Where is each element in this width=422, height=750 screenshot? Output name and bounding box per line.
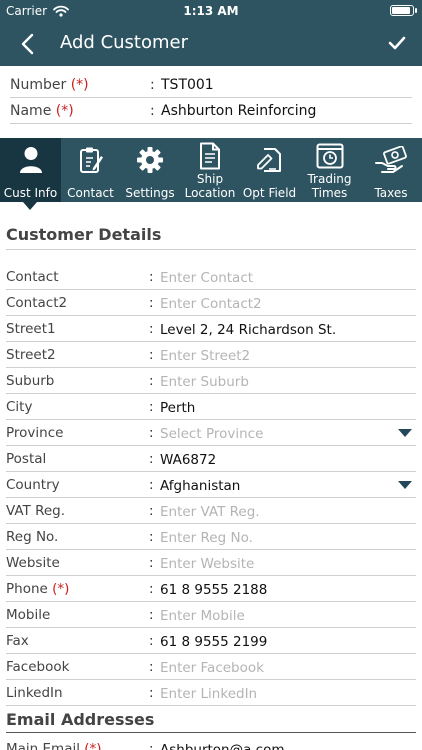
status-bar: Carrier 1:13 AM — [0, 0, 422, 22]
tab-taxes[interactable]: Taxes — [360, 138, 422, 202]
phone-field[interactable]: Phone (*): 61 8 9555 2188 — [6, 576, 416, 602]
clipboard-edit-icon — [79, 147, 103, 173]
tab-opt-field[interactable]: Opt Field — [240, 138, 299, 202]
name-value: Ashburton Reinforcing — [161, 103, 317, 119]
document-icon — [200, 142, 220, 170]
money-hand-icon — [375, 146, 407, 173]
tab-bar: Cust Info Contact Settings Ship Location… — [0, 138, 422, 202]
city-field[interactable]: City: Perth — [6, 394, 416, 420]
gear-icon — [137, 147, 163, 173]
active-tab-indicator — [23, 202, 37, 210]
phone-input[interactable]: 61 8 9555 2188 — [160, 582, 267, 598]
contact-field[interactable]: Contact: Enter Contact — [6, 264, 416, 290]
number-value: TST001 — [161, 77, 214, 93]
vat-reg-field[interactable]: VAT Reg.: Enter VAT Reg. — [6, 498, 416, 524]
province-select[interactable]: Select Province — [160, 426, 263, 442]
fax-input[interactable]: 61 8 9555 2199 — [160, 634, 267, 650]
clock-icon — [316, 143, 343, 169]
edit-document-icon — [256, 148, 281, 172]
main-email-input[interactable]: Ashburton@a.com — [160, 742, 285, 750]
clock-time: 1:13 AM — [183, 4, 239, 18]
contact-input[interactable]: Enter Contact — [160, 270, 253, 286]
street1-input[interactable]: Level 2, 24 Richardson St. — [160, 322, 336, 338]
facebook-input[interactable]: Enter Facebook — [160, 660, 264, 676]
street1-field[interactable]: Street1: Level 2, 24 Richardson St. — [6, 316, 416, 342]
reg-no-input[interactable]: Enter Reg No. — [160, 530, 253, 546]
suburb-field[interactable]: Suburb: Enter Suburb — [6, 368, 416, 394]
facebook-field[interactable]: Facebook: Enter Facebook — [6, 654, 416, 680]
name-field[interactable]: Name (*) : Ashburton Reinforcing — [10, 98, 412, 124]
postal-input[interactable]: WA6872 — [160, 452, 216, 468]
country-select[interactable]: Afghanistan — [160, 478, 240, 494]
battery-icon — [390, 5, 417, 16]
header-form: Number (*) : TST001 Name (*) : Ashburton… — [0, 66, 422, 138]
city-input[interactable]: Perth — [160, 400, 195, 416]
reg-no-field[interactable]: Reg No.: Enter Reg No. — [6, 524, 416, 550]
website-input[interactable]: Enter Website — [160, 556, 254, 572]
fax-field[interactable]: Fax: 61 8 9555 2199 — [6, 628, 416, 654]
chevron-down-icon[interactable] — [398, 481, 412, 489]
page-title: Add Customer — [60, 32, 189, 53]
contact2-input[interactable]: Enter Contact2 — [160, 296, 262, 312]
street2-field[interactable]: Street2: Enter Street2 — [6, 342, 416, 368]
checkmark-icon — [388, 36, 406, 50]
chevron-left-icon — [21, 33, 34, 55]
linkedin-input[interactable]: Enter LinkedIn — [160, 686, 257, 702]
main-email-field[interactable]: Main Email (*): Ashburton@a.com — [6, 736, 416, 750]
back-button[interactable] — [14, 30, 40, 58]
customer-details-title: Customer Details — [6, 225, 162, 244]
country-field[interactable]: Country: Afghanistan — [6, 472, 416, 498]
nav-bar: Add Customer — [0, 22, 422, 66]
tab-ship-location[interactable]: Ship Location — [180, 138, 240, 202]
street2-input[interactable]: Enter Street2 — [160, 348, 250, 364]
tab-settings[interactable]: Settings — [120, 138, 180, 202]
tab-contact[interactable]: Contact — [61, 138, 120, 202]
website-field[interactable]: Website: Enter Website — [6, 550, 416, 576]
number-label: Number (*) — [10, 77, 89, 93]
mobile-field[interactable]: Mobile: Enter Mobile — [6, 602, 416, 628]
contact2-field[interactable]: Contact2: Enter Contact2 — [6, 290, 416, 316]
number-field[interactable]: Number (*) : TST001 — [10, 72, 412, 98]
chevron-down-icon[interactable] — [398, 429, 412, 437]
tab-cust-info[interactable]: Cust Info — [0, 138, 61, 202]
suburb-input[interactable]: Enter Suburb — [160, 374, 249, 390]
tab-trading-times[interactable]: Trading Times — [299, 138, 360, 202]
name-label: Name (*) — [10, 103, 74, 119]
save-button[interactable] — [386, 32, 408, 54]
postal-field[interactable]: Postal: WA6872 — [6, 446, 416, 472]
province-field[interactable]: Province: Select Province — [6, 420, 416, 446]
person-icon — [19, 147, 42, 173]
vat-reg-input[interactable]: Enter VAT Reg. — [160, 504, 260, 520]
linkedin-field[interactable]: LinkedIn: Enter LinkedIn — [6, 680, 416, 706]
mobile-input[interactable]: Enter Mobile — [160, 608, 245, 624]
email-addresses-title: Email Addresses — [6, 710, 155, 729]
